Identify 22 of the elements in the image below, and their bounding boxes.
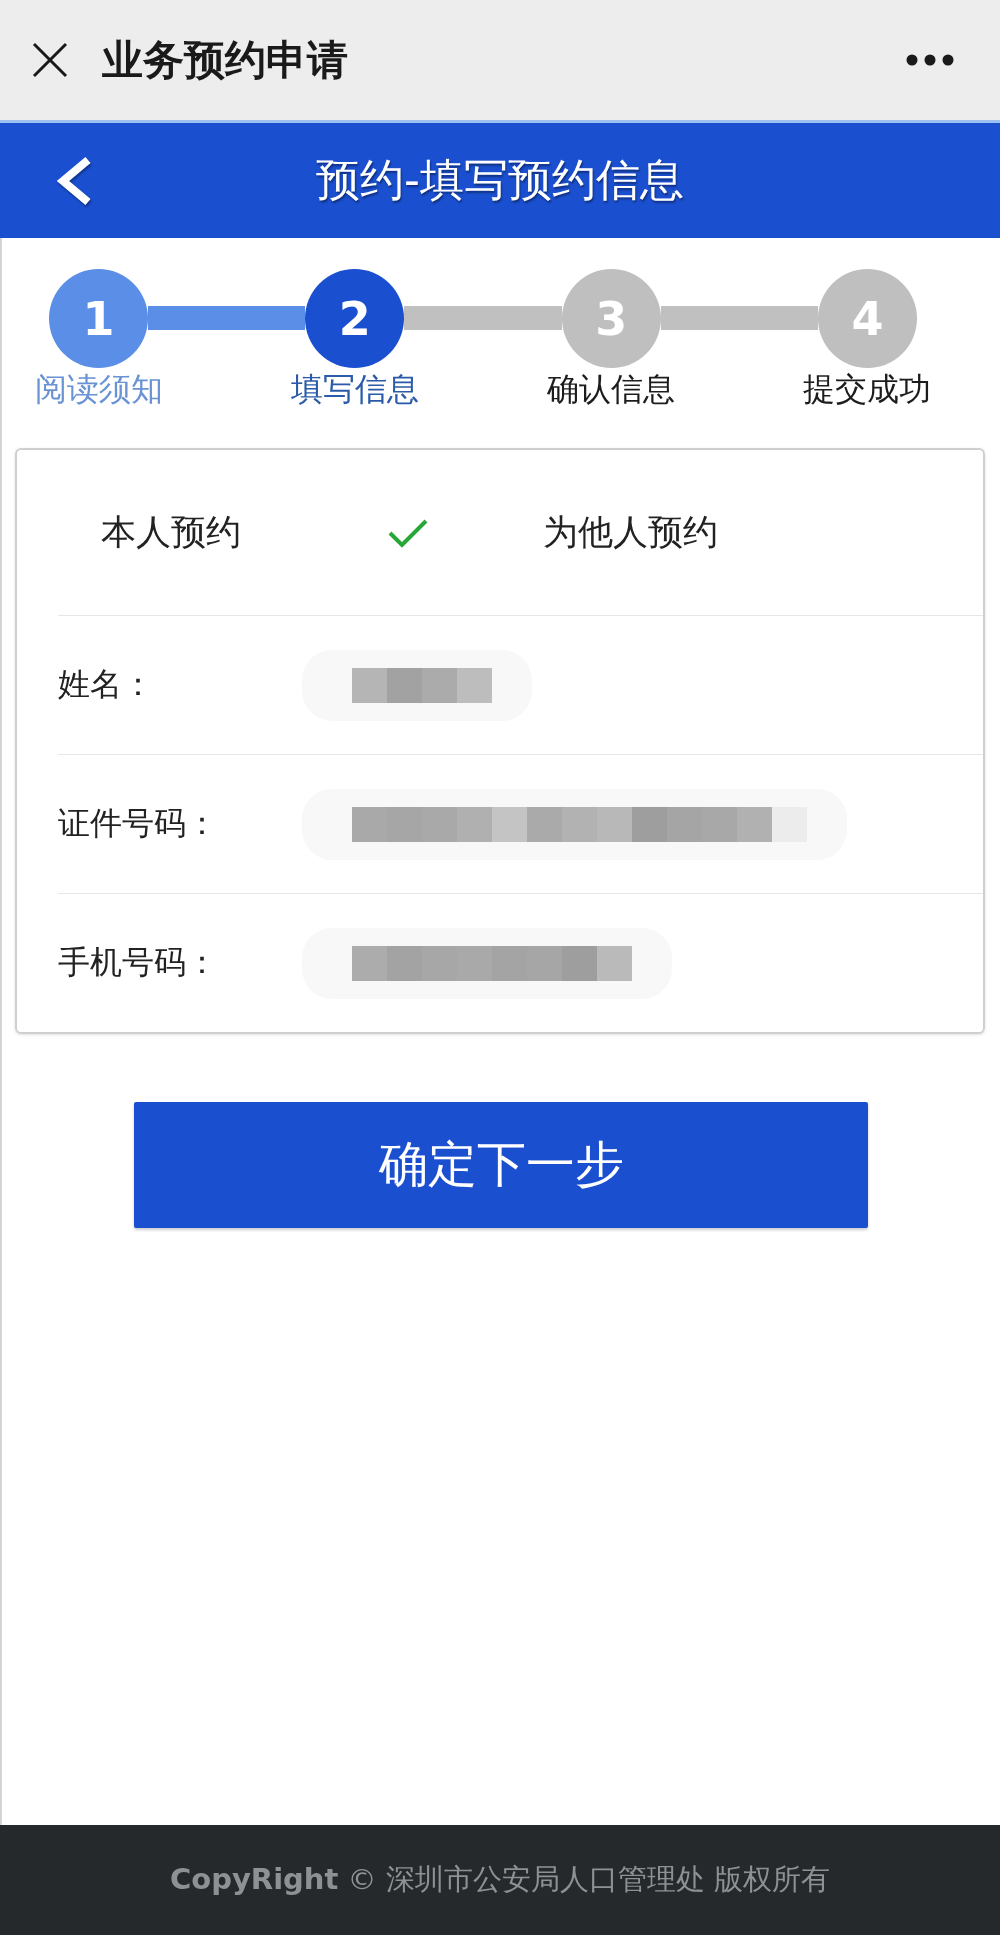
window-title: 业务预约申请 xyxy=(102,34,348,86)
page-title: 预约-填写预约信息 xyxy=(316,153,684,207)
step-label: 阅读须知 xyxy=(34,371,163,407)
step-number: 2 xyxy=(305,269,405,368)
copyright-text: CopyRight © 深圳市公安局人口管理处 版权所有 xyxy=(169,1861,831,1898)
step-label: 确认信息 xyxy=(547,371,676,407)
close-icon[interactable] xyxy=(32,42,68,78)
appointment-option[interactable]: 本人预约 xyxy=(101,509,429,556)
field-label: 手机号码： xyxy=(58,942,219,983)
input-field[interactable] xyxy=(302,927,672,999)
more-icon[interactable] xyxy=(906,54,954,66)
step-number: 1 xyxy=(49,269,148,368)
step-label: 提交成功 xyxy=(803,371,932,407)
input-field[interactable] xyxy=(302,649,532,721)
field-label: 证件号码： xyxy=(58,803,219,844)
next-step-button[interactable]: 确定下一步 xyxy=(134,1102,868,1228)
step-label: 填写信息 xyxy=(290,371,419,407)
step-number: 4 xyxy=(818,269,917,368)
field-label: 姓名： xyxy=(58,664,155,705)
appointment-option[interactable]: 为他人预约 xyxy=(543,509,718,556)
input-field[interactable] xyxy=(302,788,847,860)
step-number: 3 xyxy=(561,269,661,368)
